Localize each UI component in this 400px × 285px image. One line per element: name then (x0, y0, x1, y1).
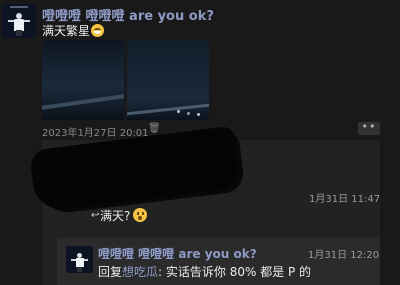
avatar-figure-legs (16, 30, 22, 36)
avatar-figure-legs (77, 267, 82, 272)
reply-arrow-icon: ↩ (91, 210, 100, 221)
author-avatar[interactable] (2, 4, 36, 38)
reply-comment-text: 满天? (100, 209, 131, 223)
comment-time-2: 1月31日 12:20 (308, 250, 380, 261)
quoted-message: : 实话告诉你 80% 都是 P 的 (158, 265, 312, 279)
quoted-comment-text: 回复想吃瓜: 实话告诉你 80% 都是 P 的 (98, 263, 311, 280)
surprised-emoji-icon (133, 208, 148, 222)
photo-lights (177, 110, 180, 113)
post-photo-1[interactable] (42, 40, 124, 120)
post-text: 满天繁星 (42, 22, 105, 39)
post-photo-2[interactable] (127, 40, 209, 120)
quoted-author-avatar[interactable] (66, 246, 93, 273)
avatar-caption-mark (10, 6, 28, 8)
post-date: 2023年1月27日 20:01 (42, 128, 149, 139)
reply-target-name[interactable]: 想吃瓜 (122, 265, 158, 279)
trash-icon[interactable]: 🗑 (148, 123, 161, 134)
grin-emoji-icon (91, 24, 105, 37)
more-actions-button[interactable]: •• (358, 121, 380, 135)
comment-time-1: 1月31日 11:47 (309, 194, 381, 205)
reply-comment[interactable]: 满天? (100, 207, 148, 224)
avatar-figure-body (76, 258, 84, 267)
post-text-content: 满天繁星 (42, 24, 91, 38)
quoted-author-name[interactable]: 噔噔噔 噔噔噔 are you ok? (98, 245, 257, 262)
photo-ridge-line (42, 94, 124, 110)
reply-label: 回复 (98, 265, 123, 279)
photo-roof-line (127, 103, 209, 116)
